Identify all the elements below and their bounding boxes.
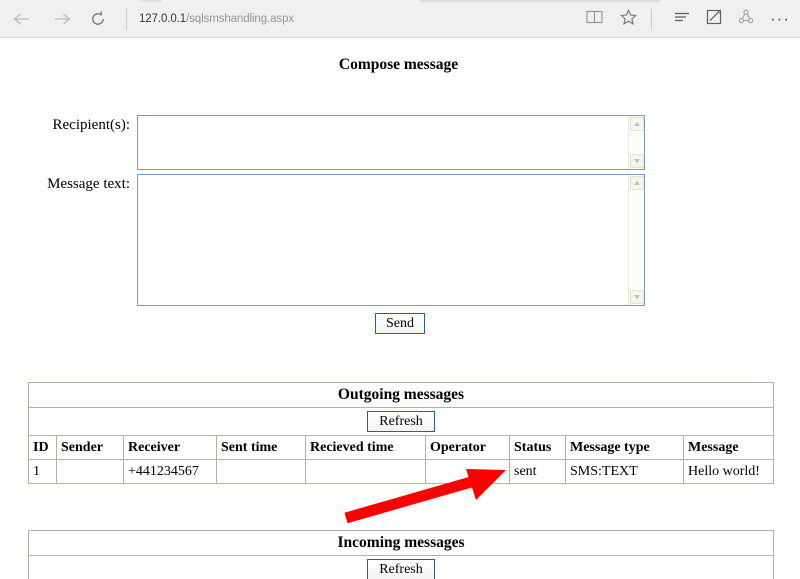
column-header-receiver: Receiver bbox=[123, 435, 217, 460]
address-bar[interactable]: 127.0.0.1/sqlsmshandling.aspx bbox=[139, 8, 569, 30]
incoming-toolbar: Refresh bbox=[27, 555, 775, 579]
tab-strip-edge-right bbox=[420, 0, 660, 2]
share-icon bbox=[738, 9, 754, 30]
recipients-input[interactable] bbox=[138, 116, 627, 169]
incoming-title-row: Incoming messages bbox=[27, 530, 775, 556]
forward-arrow-icon bbox=[52, 11, 72, 27]
outgoing-header-row: ID Sender Receiver Sent time Recieved ti… bbox=[28, 435, 775, 460]
message-text-scrollbar[interactable] bbox=[628, 175, 644, 305]
message-text-textarea-wrapper[interactable] bbox=[137, 174, 645, 306]
cell-message-type: SMS:TEXT bbox=[565, 459, 684, 484]
cell-message: Hello world! bbox=[682, 459, 775, 484]
cell-sent-time bbox=[216, 459, 306, 484]
scroll-down-icon[interactable] bbox=[630, 290, 644, 304]
outgoing-title: Outgoing messages bbox=[27, 382, 775, 408]
favorites-button[interactable] bbox=[614, 6, 642, 32]
refresh-button[interactable] bbox=[84, 6, 112, 32]
make-a-note-icon bbox=[706, 9, 722, 30]
outgoing-toolbar: Refresh bbox=[27, 407, 775, 436]
column-header-operator: Operator bbox=[425, 435, 510, 460]
message-text-label: Message text: bbox=[47, 176, 130, 192]
outgoing-refresh-button[interactable]: Refresh bbox=[367, 411, 436, 432]
send-button[interactable]: Send bbox=[375, 313, 425, 334]
message-text-input[interactable] bbox=[138, 175, 627, 305]
share-button[interactable] bbox=[732, 6, 760, 32]
column-header-recieved-time: Recieved time bbox=[305, 435, 426, 460]
make-a-note-button[interactable] bbox=[700, 6, 728, 32]
column-header-message-type: Message type bbox=[565, 435, 684, 460]
incoming-refresh-button[interactable]: Refresh bbox=[367, 559, 435, 579]
column-header-status: Status bbox=[509, 435, 566, 460]
incoming-toolbar-row: Refresh bbox=[27, 555, 775, 579]
hub-button[interactable] bbox=[668, 6, 696, 32]
recipients-scrollbar[interactable] bbox=[628, 116, 644, 169]
back-arrow-icon bbox=[12, 11, 32, 27]
table-row: 1 +441234567 sent SMS:TEXT Hello world! bbox=[28, 459, 775, 484]
page-content: Compose message Recipient(s): Message te… bbox=[0, 38, 800, 579]
reading-view-button[interactable] bbox=[580, 6, 608, 32]
cell-recieved-time bbox=[305, 459, 426, 484]
scroll-down-icon[interactable] bbox=[630, 154, 644, 168]
column-header-sent-time: Sent time bbox=[216, 435, 306, 460]
star-icon bbox=[619, 8, 637, 30]
incoming-title: Incoming messages bbox=[27, 530, 775, 556]
chrome-icon-divider bbox=[651, 9, 652, 29]
outgoing-messages-table: Outgoing messages Refresh ID Sender Rece… bbox=[27, 382, 775, 484]
url-host: 127.0.0.1 bbox=[139, 13, 187, 25]
recipients-textarea-wrapper[interactable] bbox=[137, 115, 645, 170]
browser-chrome: 127.0.0.1/sqlsmshandling.aspx ··· bbox=[0, 0, 800, 38]
cell-operator bbox=[425, 459, 510, 484]
status-badge: sent bbox=[509, 459, 566, 484]
compose-message-title: Compose message bbox=[338, 56, 459, 73]
column-header-message: Message bbox=[682, 435, 775, 460]
scroll-up-icon[interactable] bbox=[630, 117, 644, 131]
reading-view-icon bbox=[585, 10, 603, 29]
forward-button[interactable] bbox=[48, 6, 76, 32]
recipients-label: Recipient(s): bbox=[52, 117, 130, 133]
back-button[interactable] bbox=[8, 6, 36, 32]
incoming-messages-table: Incoming messages Refresh ID Sender Rece… bbox=[27, 530, 775, 579]
outgoing-title-row: Outgoing messages bbox=[27, 382, 775, 408]
scroll-up-icon[interactable] bbox=[630, 176, 644, 190]
address-divider bbox=[126, 8, 127, 30]
column-header-sender: Sender bbox=[56, 435, 124, 460]
outgoing-toolbar-row: Refresh bbox=[27, 407, 775, 436]
column-header-id: ID bbox=[28, 435, 57, 460]
cell-sender bbox=[56, 459, 124, 484]
more-options-button[interactable]: ··· bbox=[766, 6, 794, 32]
refresh-icon bbox=[89, 10, 107, 28]
cell-receiver: +441234567 bbox=[123, 459, 217, 484]
hub-icon bbox=[673, 10, 691, 29]
cell-id: 1 bbox=[28, 459, 57, 484]
more-ellipsis-icon: ··· bbox=[770, 9, 790, 28]
url-path: /sqlsmshandling.aspx bbox=[186, 13, 295, 25]
tab-strip-edge-left bbox=[140, 0, 162, 2]
